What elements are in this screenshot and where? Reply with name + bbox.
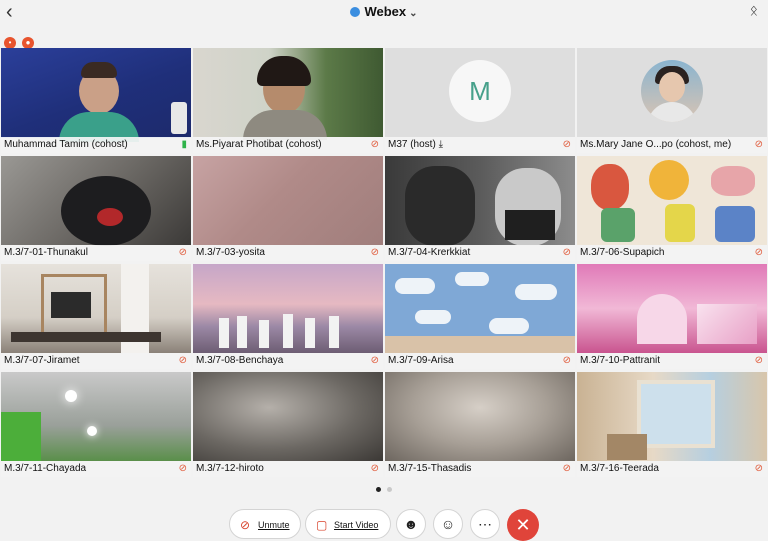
participant-tile[interactable]: M.3/7-01-Thunakul ⊘ [1,156,191,261]
participant-name: M.3/7-12-hiroto [193,461,383,477]
participant-video [1,264,191,353]
participant-name: M.3/7-01-Thunakul [1,245,191,261]
participant-tile[interactable]: M.3/7-06-Supapich ⊘ [577,156,767,261]
participant-tile[interactable]: M.3/7-15-Thasadis ⊘ [385,372,575,477]
participant-name: M.3/7-16-Teerada [577,461,767,477]
end-call-button[interactable]: ✕ [507,509,539,541]
muted-mic-icon: ⊘ [178,247,187,258]
unmute-button[interactable]: ⊘ Unmute [229,509,301,539]
muted-mic-icon: ⊘ [562,355,571,366]
more-icon: ⋯ [478,516,492,532]
participant-name: M.3/7-09-Arisa [385,353,575,369]
participant-tile[interactable]: M.3/7-16-Teerada ⊘ [577,372,767,477]
participant-tile[interactable]: Muhammad Tamim (cohost) ▮ [1,48,191,153]
avatar: M [449,60,511,122]
close-icon: ✕ [515,515,531,535]
participant-tile[interactable]: M.3/7-12-hiroto ⊘ [193,372,383,477]
start-video-button[interactable]: ▢ Start Video [305,509,391,539]
participant-name-text: M37 (host) [388,139,436,150]
muted-mic-icon: ⊘ [370,355,379,366]
participant-video [1,372,191,461]
top-bar: ‹ Webex ⌄ ᛟ [0,0,768,26]
participant-video [193,156,383,245]
bluetooth-icon: ᛟ [749,2,758,18]
participant-tile[interactable]: Ms.Mary Jane O...po (cohost, me) ⊘ [577,48,767,153]
muted-mic-icon: ⊘ [178,355,187,366]
participant-avatar-area [577,48,767,137]
participant-grid: Muhammad Tamim (cohost) ▮ Ms.Piyarat Pho… [1,48,767,480]
participant-tile[interactable]: M.3/7-03-yosita ⊘ [193,156,383,261]
muted-mic-icon: ⊘ [562,247,571,258]
more-button[interactable]: ⋯ [470,509,500,539]
person-icon: ☻ [403,516,419,532]
participant-video [193,264,383,353]
participant-name: Muhammad Tamim (cohost) [1,137,191,153]
participant-video [385,372,575,461]
participant-tile[interactable]: M.3/7-09-Arisa ⊘ [385,264,575,369]
participant-tile[interactable]: M.3/7-04-Krerkkiat ⊘ [385,156,575,261]
participant-avatar-area: M [385,48,575,137]
muted-mic-icon: ⊘ [370,139,379,150]
unmute-label: Unmute [258,520,290,530]
video-off-icon: ▢ [316,518,328,532]
page-dot-active[interactable] [376,487,381,492]
mic-icon: ▮ [181,139,187,150]
participant-tile[interactable]: M.3/7-07-Jiramet ⊘ [1,264,191,369]
shield-icon [350,7,361,17]
page-indicator[interactable] [0,487,768,492]
page-dot[interactable] [387,487,392,492]
participant-tile[interactable]: M.3/7-10-Pattranit ⊘ [577,264,767,369]
participant-tile[interactable]: M.3/7-11-Chayada ⊘ [1,372,191,477]
participant-video [385,156,575,246]
participant-name: Ms.Mary Jane O...po (cohost, me) [577,137,767,153]
muted-mic-icon: ⊘ [754,355,763,366]
participant-video [577,156,767,245]
participant-video [577,372,767,461]
chevron-down-icon: ⌄ [409,8,418,19]
participant-tile[interactable]: M M37 (host) ⤓ ⊘ [385,48,575,153]
participant-name: Ms.Piyarat Photibat (cohost) [193,137,383,153]
participant-video [577,264,767,353]
participant-name: M.3/7-03-yosita [193,245,383,261]
participant-tile[interactable]: M.3/7-08-Benchaya ⊘ [193,264,383,369]
participant-name: M.3/7-04-Krerkkiat [385,245,575,261]
participant-name: M.3/7-15-Thasadis [385,461,575,477]
avatar [641,60,703,122]
muted-mic-icon: ⊘ [754,247,763,258]
emoji-icon: ☺ [440,516,456,532]
status-indicators: • ● [4,32,40,49]
participant-name: M.3/7-06-Supapich [577,245,767,261]
participants-button[interactable]: ☻ [396,509,426,539]
participant-name: M37 (host) ⤓ [385,137,575,153]
start-video-label: Start Video [334,520,379,530]
meeting-title[interactable]: Webex ⌄ [0,4,768,19]
muted-mic-icon: ⊘ [754,139,763,150]
muted-mic-icon: ⊘ [754,463,763,474]
participant-video [385,264,575,353]
participant-video [1,156,191,246]
meeting-controls: ⊘ Unmute ▢ Start Video ☻ ☺ ⋯ ✕ [0,508,768,541]
participant-tile[interactable]: Ms.Piyarat Photibat (cohost) ⊘ [193,48,383,153]
app-title: Webex [364,4,407,19]
participant-video [193,372,383,461]
reactions-button[interactable]: ☺ [433,509,463,539]
share-screen-icon: ⤓ [438,139,443,150]
participant-name: M.3/7-11-Chayada [1,461,191,477]
muted-mic-icon: ⊘ [240,518,251,532]
muted-mic-icon: ⊘ [178,463,187,474]
participant-name: M.3/7-07-Jiramet [1,353,191,369]
muted-mic-icon: ⊘ [370,463,379,474]
participant-name: M.3/7-08-Benchaya [193,353,383,369]
participant-name: M.3/7-10-Pattranit [577,353,767,369]
muted-mic-icon: ⊘ [562,139,571,150]
participant-video [1,48,191,142]
muted-mic-icon: ⊘ [562,463,571,474]
muted-mic-icon: ⊘ [370,247,379,258]
participant-video [193,48,383,140]
